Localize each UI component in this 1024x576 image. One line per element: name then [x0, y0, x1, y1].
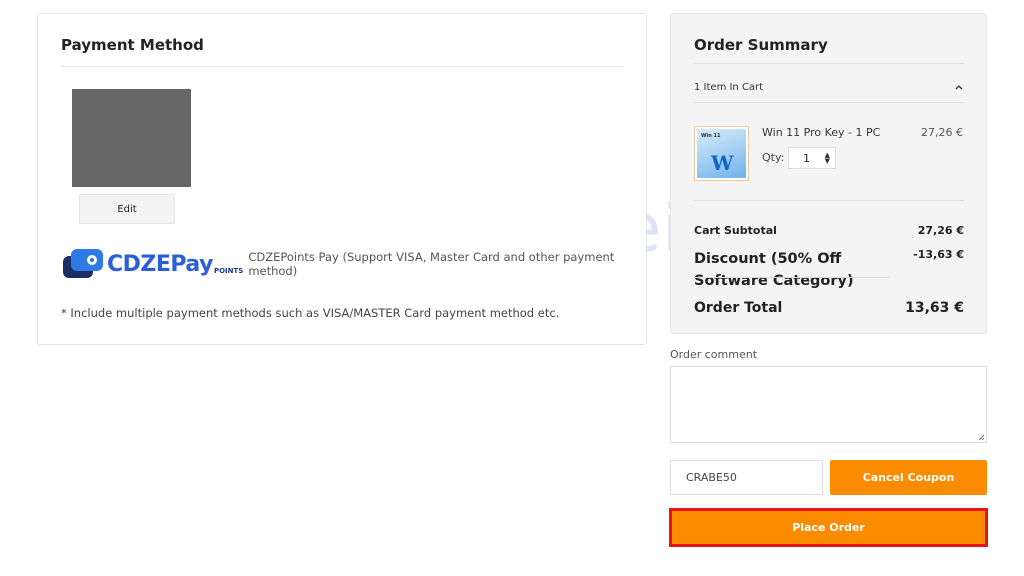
product-name[interactable]: Win 11 Pro Key - 1 PC — [762, 126, 880, 139]
thumbnail-logo-letter: W — [711, 151, 734, 175]
cdzepay-logo-text: CDZEPay — [107, 251, 213, 277]
order-total-value: 13,63 € — [905, 300, 964, 316]
divider — [694, 277, 890, 278]
order-comment-field[interactable] — [670, 366, 987, 443]
product-price: 27,26 € — [921, 126, 963, 139]
cart-subtotal-value: 27,26 € — [917, 224, 964, 237]
cart-subtotal-row: Cart Subtotal 27,26 € — [694, 224, 964, 237]
payment-image-placeholder — [72, 89, 191, 187]
payment-method-title: Payment Method — [61, 36, 204, 54]
items-in-cart-toggle[interactable]: 1 Item In Cart — [694, 72, 964, 102]
cdzepay-logo: CDZEPay POINTS — [61, 244, 243, 284]
up-down-arrows-icon[interactable]: ▲ ▼ — [825, 152, 830, 165]
cancel-coupon-button[interactable]: Cancel Coupon — [830, 460, 987, 495]
divider — [694, 63, 964, 64]
cart-subtotal-label: Cart Subtotal — [694, 224, 777, 237]
cdzepay-logo-points: POINTS — [213, 267, 244, 275]
thumbnail-text: Win 11 — [701, 133, 721, 139]
discount-row: Discount (50% Off Software Category) -13… — [694, 248, 964, 292]
coupon-code-input[interactable] — [670, 460, 823, 495]
payment-method-panel: Payment Method Edit CDZEPay POINTS CDZEP… — [37, 13, 647, 345]
order-comment-label: Order comment — [670, 348, 758, 361]
order-summary-title: Order Summary — [694, 36, 828, 54]
chevron-up-icon — [955, 85, 963, 90]
order-total-row: Order Total 13,63 € — [694, 300, 964, 316]
order-summary-panel: Order Summary 1 Item In Cart Win 11 W Wi… — [670, 13, 987, 334]
divider — [694, 200, 964, 201]
items-in-cart-label: 1 Item In Cart — [694, 81, 764, 93]
quantity-value: 1 — [803, 151, 810, 165]
payment-note: * Include multiple payment methods such … — [61, 306, 560, 320]
qty-label: Qty: — [762, 151, 785, 164]
divider — [694, 102, 964, 103]
discount-value: -13,63 € — [913, 248, 964, 261]
edit-button[interactable]: Edit — [79, 194, 175, 224]
cdzepay-wallet-icon — [63, 249, 103, 278]
product-thumbnail[interactable]: Win 11 W — [694, 126, 749, 181]
divider — [61, 66, 624, 67]
order-total-label: Order Total — [694, 300, 783, 316]
payment-option[interactable]: CDZEPay POINTS CDZEPoints Pay (Support V… — [61, 244, 646, 284]
quantity-stepper[interactable]: 1 ▲ ▼ — [788, 147, 836, 169]
resize-grip-icon[interactable] — [978, 434, 985, 441]
payment-method-label: CDZEPoints Pay (Support VISA, Master Car… — [248, 250, 615, 278]
place-order-button[interactable]: Place Order — [669, 508, 988, 547]
discount-label: Discount (50% Off Software Category) — [694, 251, 854, 289]
